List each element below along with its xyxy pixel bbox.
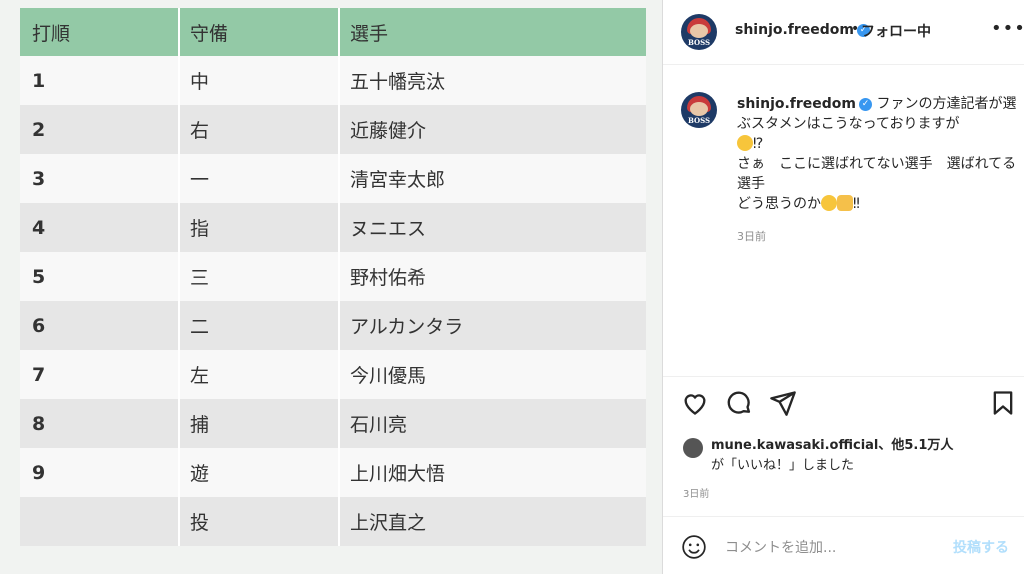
caption-mark: ⁉ — [753, 136, 764, 152]
position: 三 — [180, 252, 340, 301]
caption-end: ‼ — [853, 196, 860, 212]
batting-order: 5 — [20, 252, 180, 301]
player-name: 上沢直之 — [350, 512, 427, 534]
likes-summary[interactable]: mune.kawasaki.official、他5.1万人 が「いいね！」しまし… — [711, 436, 953, 476]
header-player: 選手 — [350, 22, 389, 45]
batting-order: 2 — [20, 105, 180, 154]
likes-count[interactable]: 、他5.1万人 — [878, 438, 953, 453]
liker-avatar[interactable] — [683, 438, 703, 458]
likes-suffix: が「いいね！」しました — [711, 458, 855, 473]
player-name: 今川優馬 — [350, 365, 427, 387]
batting-order: 1 — [20, 56, 180, 105]
comment-input[interactable]: コメントを追加... — [725, 537, 836, 557]
fist-emoji-icon — [837, 195, 853, 211]
player-name: ヌニエス — [350, 218, 427, 240]
position: 捕 — [180, 399, 340, 448]
batting-order: 4 — [20, 203, 180, 252]
table-row: 3 一清宮幸太郎 — [20, 154, 646, 203]
avatar[interactable]: BOSS — [681, 14, 717, 50]
grin-emoji-icon — [821, 195, 837, 211]
table-row: 8 捕石川亮 — [20, 399, 646, 448]
batting-order — [20, 497, 180, 546]
position: 遊 — [180, 448, 340, 497]
batting-order: 9 — [20, 448, 180, 497]
position: 左 — [180, 350, 340, 399]
thinking-emoji-icon — [737, 135, 753, 151]
action-bar — [663, 376, 1024, 437]
position: 一 — [180, 154, 340, 203]
follow-status-button[interactable]: フォロー中 — [861, 21, 931, 41]
batting-order: 7 — [20, 350, 180, 399]
post-image: 打順 守備 選手 1 中五十幡亮汰 2 右近藤健介 3 一清宮幸太郎 4 指ヌニエス 5 三野村佑… — [0, 0, 662, 574]
post-side-panel: BOSS shinjo.freedom ✓ • フォロー中 ••• BOSS sh… — [662, 0, 1024, 574]
emoji-icon[interactable] — [681, 534, 707, 560]
post-comment-button[interactable]: 投稿する — [953, 537, 1009, 557]
comment-bar: コメントを追加... 投稿する — [663, 516, 1024, 575]
verified-icon: ✓ — [859, 97, 873, 111]
header-order: 打順 — [20, 8, 180, 56]
post-timestamp[interactable]: 3日前 — [683, 485, 709, 500]
header-position: 守備 — [180, 8, 340, 56]
table-row: 投上沢直之 — [20, 497, 646, 546]
table-row: 1 中五十幡亮汰 — [20, 56, 646, 105]
batting-order: 8 — [20, 399, 180, 448]
share-icon[interactable] — [769, 389, 797, 417]
table-row: 2 右近藤健介 — [20, 105, 646, 154]
player-name: 上川畑大悟 — [350, 463, 446, 485]
caption-username[interactable]: shinjo.freedom — [737, 96, 856, 112]
post-header: BOSS shinjo.freedom ✓ • フォロー中 ••• — [663, 0, 1024, 65]
position: 投 — [180, 497, 340, 546]
table-header-row: 打順 守備 選手 — [20, 8, 646, 56]
table-row: 7 左今川優馬 — [20, 350, 646, 399]
batting-order: 3 — [20, 154, 180, 203]
liker-username[interactable]: mune.kawasaki.official — [711, 438, 878, 453]
header-username[interactable]: shinjo.freedom ✓ — [735, 22, 871, 38]
comment-icon[interactable] — [725, 389, 753, 417]
position: 右 — [180, 105, 340, 154]
table-row: 6 二アルカンタラ — [20, 301, 646, 350]
player-name: 野村佑希 — [350, 267, 427, 289]
more-options-icon[interactable]: ••• — [991, 18, 1024, 39]
table-row: 4 指ヌニエス — [20, 203, 646, 252]
caption-avatar[interactable]: BOSS — [681, 92, 717, 128]
player-name: 石川亮 — [350, 414, 408, 436]
player-name: 清宮幸太郎 — [350, 169, 446, 191]
separator-dot: • — [851, 21, 860, 37]
lineup-table: 打順 守備 選手 1 中五十幡亮汰 2 右近藤健介 3 一清宮幸太郎 4 指ヌニエス 5 三野村佑… — [20, 8, 646, 546]
position: 中 — [180, 56, 340, 105]
table-row: 9 遊上川畑大悟 — [20, 448, 646, 497]
caption-timestamp[interactable]: 3日前 — [737, 228, 766, 244]
caption-text-3: どう思うのか — [737, 196, 821, 212]
table-row: 5 三野村佑希 — [20, 252, 646, 301]
player-name: アルカンタラ — [350, 316, 464, 338]
caption-text-2: さぁ ここに選ばれてない選手 選ばれてる選手 — [737, 156, 1017, 192]
position: 二 — [180, 301, 340, 350]
bookmark-icon[interactable] — [989, 389, 1017, 417]
post-caption: shinjo.freedom ✓ ファンの方達記者が選ぶスタメンはこうなっておりま… — [737, 94, 1019, 214]
batting-order: 6 — [20, 301, 180, 350]
position: 指 — [180, 203, 340, 252]
heart-icon[interactable] — [681, 389, 709, 417]
player-name: 五十幡亮汰 — [350, 71, 446, 93]
player-name: 近藤健介 — [350, 120, 427, 142]
